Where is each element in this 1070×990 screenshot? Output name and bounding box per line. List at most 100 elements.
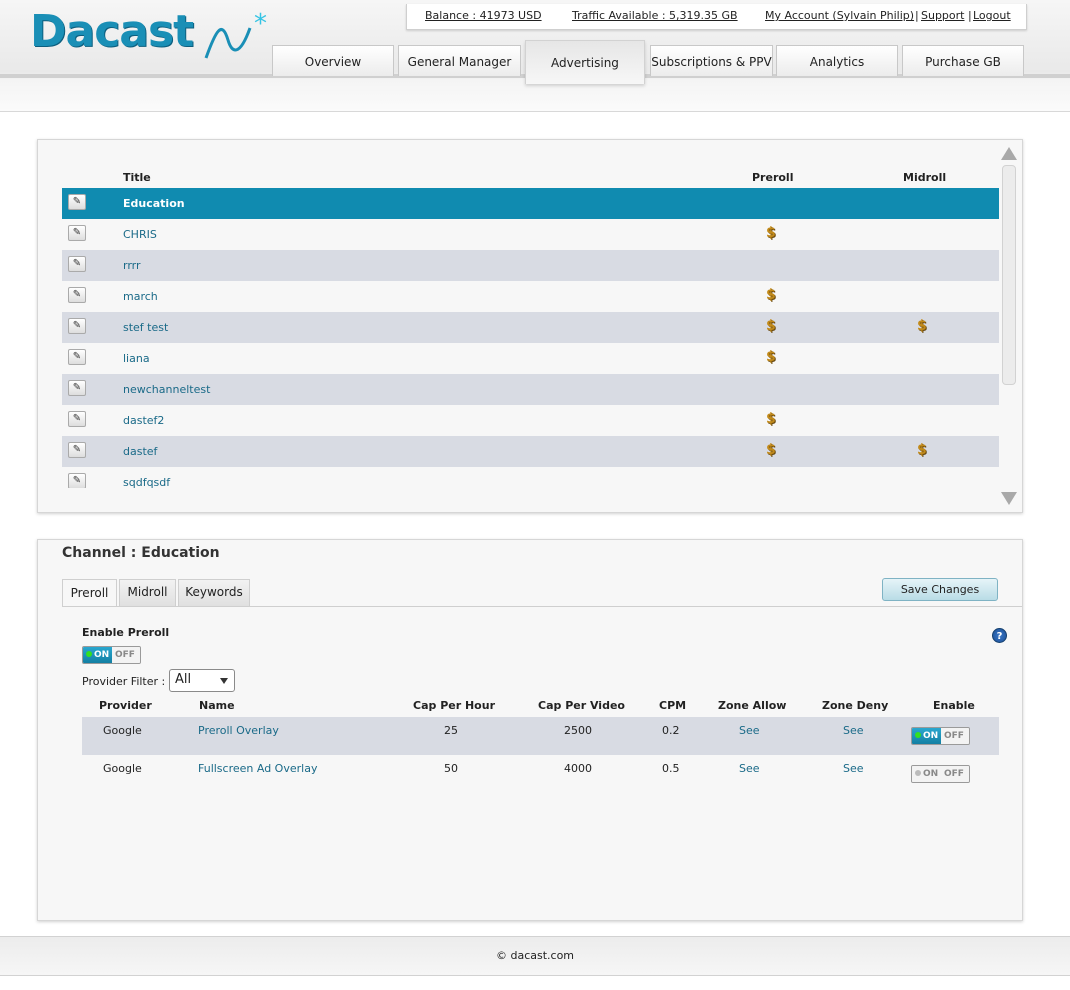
channel-row[interactable]: ✎ stef test $ $ — [62, 312, 999, 343]
support-link[interactable]: Support — [921, 9, 964, 22]
my-account-link[interactable]: My Account (Sylvain Philip) — [765, 9, 914, 22]
channel-row[interactable]: ✎ Education — [62, 188, 999, 219]
scroll-track[interactable] — [1002, 165, 1016, 485]
channel-title-link[interactable]: newchanneltest — [123, 383, 210, 396]
preroll-money-icon: $ — [766, 442, 776, 458]
edit-icon[interactable]: ✎ — [68, 318, 86, 334]
channel-row[interactable]: ✎ liana $ — [62, 343, 999, 374]
ad-enable-toggle[interactable]: ON OFF — [911, 765, 970, 783]
tab-advertising[interactable]: Advertising — [525, 40, 645, 84]
ad-cap-video: 2500 — [564, 724, 592, 737]
ad-cpm: 0.5 — [662, 762, 680, 775]
zone-deny-link[interactable]: See — [843, 762, 864, 775]
scroll-down-icon[interactable] — [1001, 492, 1017, 505]
provider-filter-value: All — [175, 672, 192, 687]
tab-midroll[interactable]: Midroll — [119, 579, 176, 606]
channel-title: Channel : Education — [62, 545, 220, 561]
tab-general-manager[interactable]: General Manager — [398, 45, 521, 76]
column-midroll: Midroll — [903, 171, 947, 184]
channel-title-link[interactable]: dastef2 — [123, 414, 164, 427]
edit-icon[interactable]: ✎ — [68, 194, 86, 210]
tab-analytics[interactable]: Analytics — [776, 45, 898, 76]
channel-list-panel: Title Preroll Midroll ✎ Education ✎ CHRIS $ ✎… — [37, 139, 1023, 513]
ad-enable-toggle[interactable]: ON OFF — [911, 727, 970, 745]
channel-title-link[interactable]: CHRIS — [123, 228, 157, 241]
edit-icon[interactable]: ✎ — [68, 225, 86, 241]
logout-link[interactable]: Logout — [973, 9, 1011, 22]
channel-row[interactable]: ✎ dastef2 $ — [62, 405, 999, 436]
ad-name-link[interactable]: Preroll Overlay — [198, 724, 279, 737]
ad-cpm: 0.2 — [662, 724, 680, 737]
midroll-money-icon: $ — [917, 442, 927, 458]
footer-copyright: © dacast.com — [495, 949, 575, 962]
scroll-thumb[interactable] — [1002, 165, 1016, 385]
dacast-logo[interactable]: Dacast * — [30, 6, 275, 66]
channel-row[interactable]: ✎ sqdfqsdf — [62, 467, 999, 488]
enable-preroll-label: Enable Preroll — [82, 626, 170, 639]
channel-title-link[interactable]: march — [123, 290, 158, 303]
channel-row[interactable]: ✎ dastef $ $ — [62, 436, 999, 467]
preroll-money-icon: $ — [766, 411, 776, 427]
channel-row[interactable]: ✎ newchanneltest — [62, 374, 999, 405]
ads-col-zone-allow: Zone Allow — [718, 699, 787, 712]
zone-allow-link[interactable]: See — [739, 762, 760, 775]
enable-preroll-toggle[interactable]: ON OFF — [82, 646, 141, 664]
on-led-icon — [915, 770, 921, 776]
edit-icon[interactable]: ✎ — [68, 349, 86, 365]
header: Dacast * Balance : 41973 USD Traffic Ava… — [0, 0, 1070, 112]
provider-filter-select[interactable]: All — [169, 669, 235, 692]
channel-title-link[interactable]: stef test — [123, 321, 168, 334]
toggle-off-label: OFF — [115, 650, 135, 660]
ad-name-link[interactable]: Fullscreen Ad Overlay — [198, 762, 317, 775]
tab-keywords[interactable]: Keywords — [178, 579, 250, 606]
edit-icon[interactable]: ✎ — [68, 442, 86, 458]
channel-title-link[interactable]: sqdfqsdf — [123, 476, 170, 488]
tab-preroll[interactable]: Preroll — [62, 579, 117, 607]
channel-row[interactable]: ✎ march $ — [62, 281, 999, 312]
ads-col-cpm: CPM — [659, 699, 687, 712]
traffic-link[interactable]: Traffic Available : 5,319.35 GB — [572, 9, 738, 22]
edit-icon[interactable]: ✎ — [68, 411, 86, 427]
edit-icon[interactable]: ✎ — [68, 473, 86, 488]
ad-cap-video: 4000 — [564, 762, 592, 775]
channel-rows: ✎ Education ✎ CHRIS $ ✎ rrrr ✎ march $ ✎ stef test $… — [62, 188, 999, 488]
channel-row[interactable]: ✎ rrrr — [62, 250, 999, 281]
ads-col-cap-video: Cap Per Video — [538, 699, 625, 712]
save-changes-button[interactable]: Save Changes — [882, 578, 998, 601]
channel-title-link[interactable]: liana — [123, 352, 150, 365]
edit-icon[interactable]: ✎ — [68, 380, 86, 396]
tab-purchase-gb[interactable]: Purchase GB — [902, 45, 1024, 76]
toggle-on-label: ON — [94, 650, 110, 660]
help-icon[interactable]: ? — [992, 628, 1007, 643]
channel-title-link[interactable]: rrrr — [123, 259, 141, 272]
channel-row[interactable]: ✎ CHRIS $ — [62, 219, 999, 250]
preroll-money-icon: $ — [766, 225, 776, 241]
zone-allow-link[interactable]: See — [739, 724, 760, 737]
preroll-money-icon: $ — [766, 349, 776, 365]
tab-subscriptions-ppv[interactable]: Subscriptions & PPV — [650, 45, 773, 76]
ads-col-name: Name — [199, 699, 235, 712]
ad-cap-hour: 50 — [444, 762, 458, 775]
zone-deny-link[interactable]: See — [843, 724, 864, 737]
scroll-up-icon[interactable] — [1001, 147, 1017, 160]
scrollbar[interactable] — [1001, 145, 1017, 507]
ad-provider: Google — [103, 762, 142, 775]
channel-title-link[interactable]: dastef — [123, 445, 157, 458]
channel-title-link[interactable]: Education — [123, 197, 185, 210]
edit-icon[interactable]: ✎ — [68, 287, 86, 303]
preroll-money-icon: $ — [766, 318, 776, 334]
toggle-on-label: ON — [923, 731, 939, 741]
footer: © dacast.com — [0, 936, 1070, 976]
ads-col-zone-deny: Zone Deny — [822, 699, 889, 712]
ad-row: Google Preroll Overlay 25 2500 0.2 See See ON OF… — [82, 717, 999, 755]
balance-link[interactable]: Balance : 41973 USD — [425, 9, 542, 22]
tab-overview[interactable]: Overview — [272, 45, 394, 76]
ad-provider: Google — [103, 724, 142, 737]
separator: | — [968, 9, 972, 22]
ads-col-provider: Provider — [99, 699, 152, 712]
edit-icon[interactable]: ✎ — [68, 256, 86, 272]
provider-filter-label: Provider Filter : — [82, 675, 166, 688]
ads-col-cap-hour: Cap Per Hour — [413, 699, 495, 712]
logo-star: * — [254, 10, 267, 39]
ads-col-enable: Enable — [933, 699, 975, 712]
